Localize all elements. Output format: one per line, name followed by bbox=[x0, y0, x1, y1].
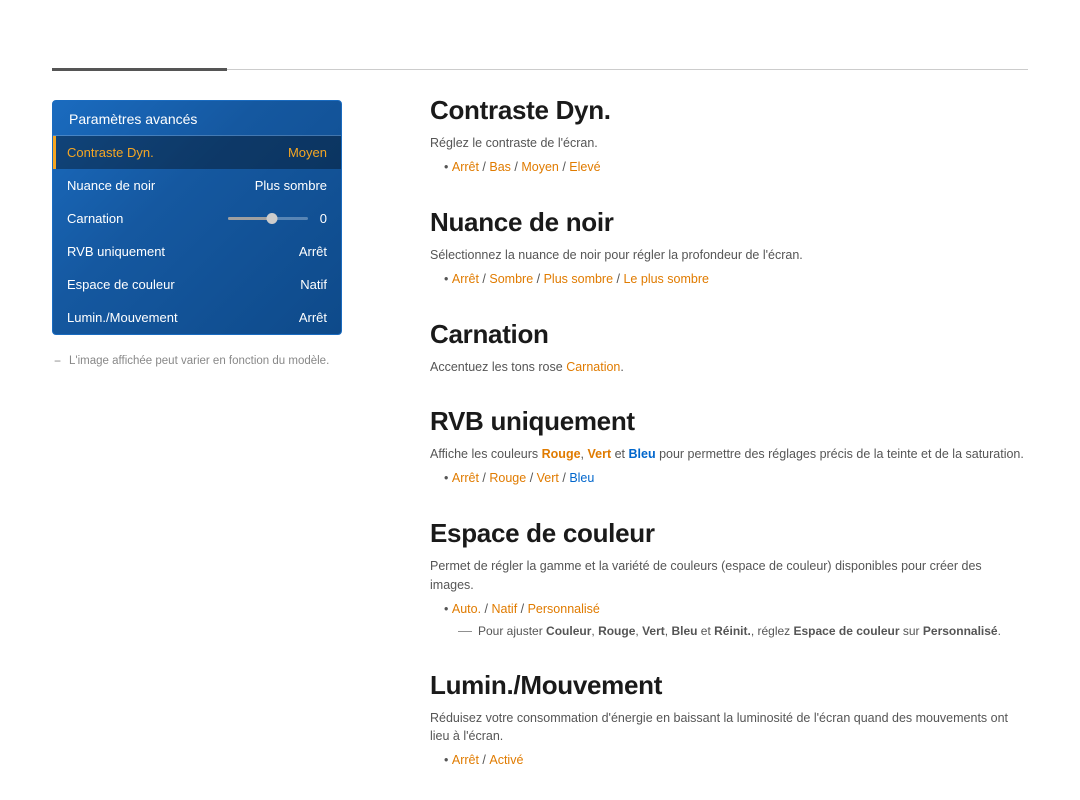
panel-item-rvb[interactable]: RVB uniquement Arrêt bbox=[53, 235, 341, 268]
section-title-nuance: Nuance de noir bbox=[430, 207, 1028, 238]
rvb-vert-label: Vert bbox=[587, 447, 611, 461]
panel-item-nuance[interactable]: Nuance de noir Plus sombre bbox=[53, 169, 341, 202]
panel-item-value-nuance: Plus sombre bbox=[255, 178, 327, 193]
subnote-rouge: Rouge bbox=[598, 624, 635, 638]
section-desc-lumin: Réduisez votre consommation d'énergie en… bbox=[430, 709, 1028, 747]
section-rvb: RVB uniquement Affiche les couleurs Roug… bbox=[430, 406, 1028, 488]
option-bleu: Bleu bbox=[569, 471, 594, 485]
panel-title: Paramètres avancés bbox=[53, 101, 341, 136]
section-options-nuance: Arrêt / Sombre / Plus sombre / Le plus s… bbox=[444, 269, 1028, 289]
option-arret-contraste: Arrêt bbox=[452, 160, 479, 174]
sub-note-dash-icon: — bbox=[458, 622, 472, 639]
carnation-slider-track[interactable] bbox=[228, 217, 308, 220]
panel-item-label-nuance: Nuance de noir bbox=[67, 178, 155, 193]
divider-light bbox=[227, 69, 1028, 70]
panel-carnation-label: Carnation bbox=[67, 211, 123, 226]
rvb-rouge-label: Rouge bbox=[542, 447, 581, 461]
right-content: Contraste Dyn. Réglez le contraste de l'… bbox=[430, 95, 1028, 800]
section-title-lumin: Lumin./Mouvement bbox=[430, 670, 1028, 701]
subnote-bleu: Bleu bbox=[671, 624, 697, 638]
section-title-contraste: Contraste Dyn. bbox=[430, 95, 1028, 126]
panel-item-contraste[interactable]: Contraste Dyn. Moyen bbox=[53, 136, 341, 169]
option-plus-sombre: Plus sombre bbox=[544, 272, 613, 286]
section-title-carnation: Carnation bbox=[430, 319, 1028, 350]
section-options-espace: Auto. / Natif / Personnalisé bbox=[444, 599, 1028, 619]
option-le-plus-sombre: Le plus sombre bbox=[623, 272, 708, 286]
subnote-vert: Vert bbox=[642, 624, 665, 638]
option-arret-lumin: Arrêt bbox=[452, 753, 479, 767]
section-desc-contraste: Réglez le contraste de l'écran. bbox=[430, 134, 1028, 153]
note-text: L'image affichée peut varier en fonction… bbox=[69, 353, 329, 369]
section-options-lumin: Arrêt / Activé bbox=[444, 750, 1028, 770]
section-carnation: Carnation Accentuez les tons rose Carnat… bbox=[430, 319, 1028, 377]
sub-note-text-espace: Pour ajuster Couleur, Rouge, Vert, Bleu … bbox=[478, 622, 1001, 640]
panel-note: − L'image affichée peut varier en foncti… bbox=[52, 353, 342, 369]
section-contraste: Contraste Dyn. Réglez le contraste de l'… bbox=[430, 95, 1028, 177]
subnote-espace-label: Espace de couleur bbox=[794, 624, 900, 638]
note-dash-icon: − bbox=[54, 354, 61, 368]
panel-item-espace[interactable]: Espace de couleur Natif bbox=[53, 268, 341, 301]
panel-box: Paramètres avancés Contraste Dyn. Moyen … bbox=[52, 100, 342, 335]
section-options-rvb: Arrêt / Rouge / Vert / Bleu bbox=[444, 468, 1028, 488]
panel-item-label-rvb: RVB uniquement bbox=[67, 244, 165, 259]
option-moyen: Moyen bbox=[521, 160, 559, 174]
section-lumin: Lumin./Mouvement Réduisez votre consomma… bbox=[430, 670, 1028, 771]
option-eleve: Elevé bbox=[569, 160, 600, 174]
carnation-slider-area: 0 bbox=[228, 211, 327, 226]
panel-note-line: − L'image affichée peut varier en foncti… bbox=[54, 353, 340, 369]
section-desc-carnation: Accentuez les tons rose Carnation. bbox=[430, 358, 1028, 377]
carnation-value: 0 bbox=[320, 211, 327, 226]
left-panel: Paramètres avancés Contraste Dyn. Moyen … bbox=[52, 100, 342, 369]
panel-item-carnation[interactable]: Carnation 0 bbox=[53, 202, 341, 235]
subnote-reinit: Réinit. bbox=[714, 624, 751, 638]
top-divider bbox=[52, 68, 1028, 71]
sub-note-espace: — Pour ajuster Couleur, Rouge, Vert, Ble… bbox=[458, 622, 1028, 640]
section-desc-espace: Permet de régler la gamme et la variété … bbox=[430, 557, 1028, 595]
carnation-slider-fill bbox=[228, 217, 272, 220]
rvb-bleu-label: Bleu bbox=[629, 447, 656, 461]
panel-item-value-espace: Natif bbox=[300, 277, 327, 292]
panel-item-value-contraste: Moyen bbox=[288, 145, 327, 160]
option-sombre: Sombre bbox=[489, 272, 533, 286]
panel-item-label-contraste: Contraste Dyn. bbox=[67, 145, 154, 160]
option-bas: Bas bbox=[489, 160, 511, 174]
option-arret-nuance: Arrêt bbox=[452, 272, 479, 286]
panel-item-label-espace: Espace de couleur bbox=[67, 277, 175, 292]
subnote-couleur: Couleur bbox=[546, 624, 591, 638]
option-rouge: Rouge bbox=[489, 471, 526, 485]
section-options-contraste: Arrêt / Bas / Moyen / Elevé bbox=[444, 157, 1028, 177]
option-vert: Vert bbox=[537, 471, 559, 485]
section-title-espace: Espace de couleur bbox=[430, 518, 1028, 549]
divider-dark bbox=[52, 68, 227, 71]
carnation-link: Carnation bbox=[566, 360, 620, 374]
option-natif: Natif bbox=[491, 602, 517, 616]
option-auto: Auto. bbox=[452, 602, 481, 616]
panel-item-label-lumin: Lumin./Mouvement bbox=[67, 310, 178, 325]
option-perso: Personnalisé bbox=[528, 602, 600, 616]
option-arret-rvb: Arrêt bbox=[452, 471, 479, 485]
panel-item-value-rvb: Arrêt bbox=[299, 244, 327, 259]
section-desc-nuance: Sélectionnez la nuance de noir pour régl… bbox=[430, 246, 1028, 265]
subnote-perso-label: Personnalisé bbox=[923, 624, 998, 638]
section-desc-rvb: Affiche les couleurs Rouge, Vert et Bleu… bbox=[430, 445, 1028, 464]
option-active: Activé bbox=[489, 753, 523, 767]
section-nuance: Nuance de noir Sélectionnez la nuance de… bbox=[430, 207, 1028, 289]
section-title-rvb: RVB uniquement bbox=[430, 406, 1028, 437]
carnation-slider-thumb bbox=[266, 213, 277, 224]
section-espace: Espace de couleur Permet de régler la ga… bbox=[430, 518, 1028, 640]
panel-item-lumin[interactable]: Lumin./Mouvement Arrêt bbox=[53, 301, 341, 334]
panel-item-value-lumin: Arrêt bbox=[299, 310, 327, 325]
